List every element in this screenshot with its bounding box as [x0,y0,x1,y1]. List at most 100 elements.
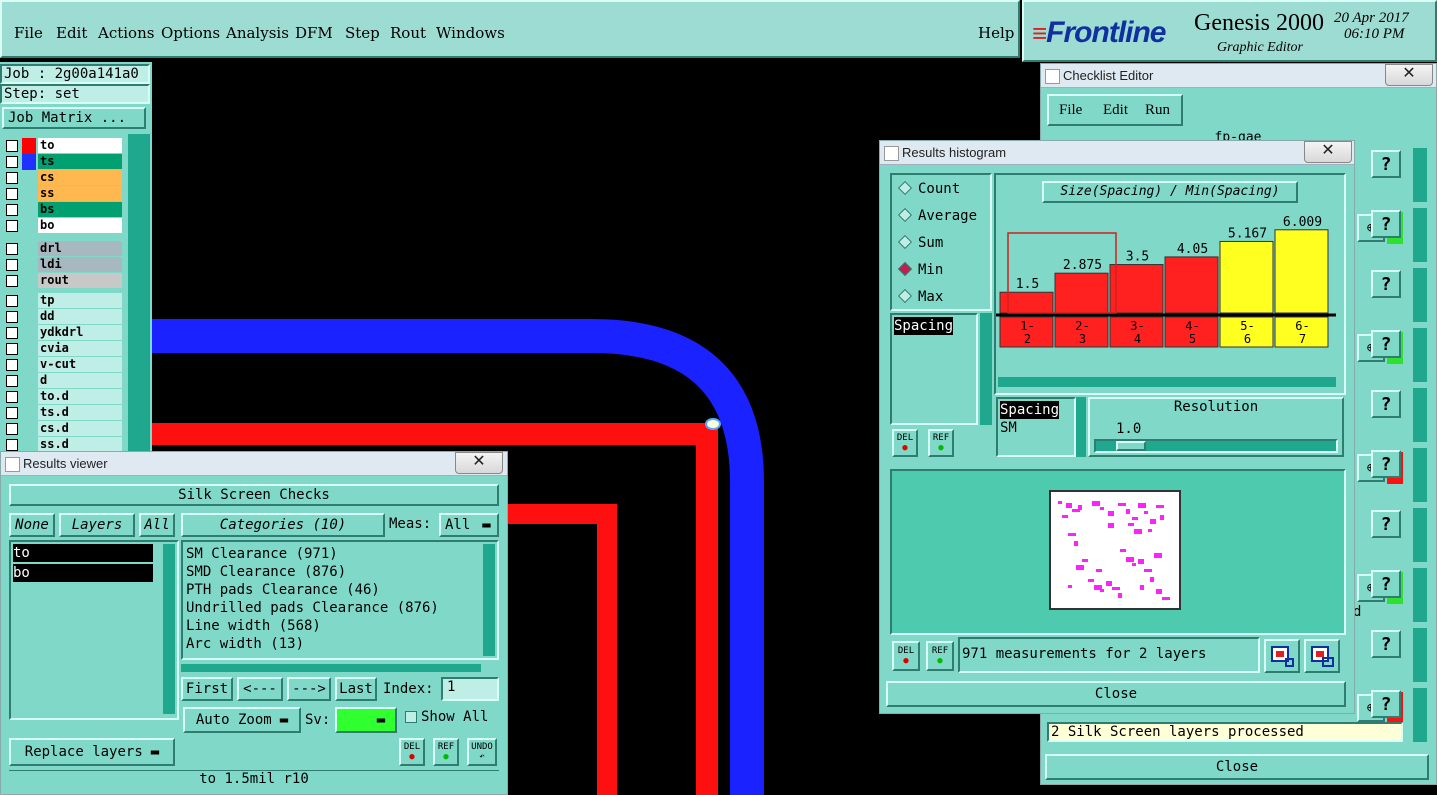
layer-row-ldi[interactable]: ldi [4,257,122,273]
category-item[interactable]: SMD Clearance (876) [186,563,494,581]
layer-color-swatch[interactable] [22,273,36,289]
layer-color-swatch[interactable] [22,421,36,437]
layer-name[interactable]: rout [38,273,122,288]
row-scrollbar[interactable] [1413,208,1427,262]
layer-color-swatch[interactable] [22,357,36,373]
ref-button[interactable]: REF ● [433,738,459,766]
layer-name[interactable]: to [38,138,122,153]
layer-results-list[interactable]: to bo [9,540,179,720]
all-button[interactable]: All [139,513,175,537]
stat-option-count[interactable]: Count [897,180,960,197]
layer-name[interactable]: cs.d [38,421,122,436]
row-scrollbar[interactable] [1413,688,1427,742]
help-question-icon[interactable]: ? [1371,570,1401,598]
category-item[interactable]: SM Clearance (971) [186,545,494,563]
layer-color-swatch[interactable] [22,138,36,154]
auto-zoom-dropdown[interactable]: Auto Zoom ▬ [183,707,301,733]
categories-hscrollbar[interactable] [181,664,481,672]
zoom-to-result-icon[interactable] [1264,639,1300,673]
histogram-bar[interactable] [1219,240,1274,314]
histogram-bar[interactable] [1164,256,1219,314]
index-input[interactable]: 1 [441,677,499,701]
layer-color-swatch[interactable] [22,373,36,389]
layer-checkbox[interactable] [6,259,18,271]
layer-name[interactable]: bo [38,218,122,233]
layer-name[interactable]: v-cut [38,357,122,372]
list-item[interactable]: to [13,544,153,562]
list-item[interactable]: Spacing [894,317,954,335]
layer-checkbox[interactable] [6,311,18,323]
board-preview[interactable] [890,469,1346,635]
layer-row-ss[interactable]: ss [4,186,122,202]
stat-option-min[interactable]: Min [897,261,943,278]
help-question-icon[interactable]: ? [1371,210,1401,238]
categories-button[interactable]: Categories (10) [181,513,385,537]
layer-checkbox[interactable] [6,327,18,339]
close-icon[interactable]: ✕ [1304,141,1352,163]
layer-color-swatch[interactable] [22,241,36,257]
layer-checkbox[interactable] [6,391,18,403]
layer-name[interactable]: ldi [38,257,122,272]
histogram-bar[interactable] [1274,229,1329,314]
row-scrollbar[interactable] [1413,328,1427,382]
layer-checkbox[interactable] [6,220,18,232]
row-scrollbar[interactable] [1413,508,1427,562]
measure-scrollbar[interactable] [980,313,992,425]
histogram-close-button[interactable]: Close [886,681,1346,707]
row-scrollbar[interactable] [1413,268,1427,322]
layer-name[interactable]: ts.d [38,405,122,420]
next-button[interactable]: ---> [287,677,331,701]
layer-row-bo[interactable]: bo [4,218,122,234]
layer-row-ydkdrl[interactable]: ydkdrl [4,325,122,341]
category-item[interactable]: Undrilled pads Clearance (876) [186,599,494,617]
spacing-list[interactable]: Spacing SM [996,397,1076,457]
help-question-icon[interactable]: ? [1371,150,1401,178]
histogram-hscrollbar[interactable] [998,377,1336,387]
help-question-icon[interactable]: ? [1371,450,1401,478]
layer-name[interactable]: ydkdrl [38,325,122,340]
menu-actions[interactable]: Actions [98,24,154,42]
checklist-menu-run[interactable]: Run [1145,102,1170,119]
layer-color-swatch[interactable] [22,405,36,421]
row-scrollbar[interactable] [1413,388,1427,442]
layer-color-swatch[interactable] [22,218,36,234]
meas-dropdown[interactable]: All ▬ [439,513,499,537]
help-question-icon[interactable]: ? [1371,510,1401,538]
list-scrollbar[interactable] [163,544,175,714]
layer-color-swatch[interactable] [22,186,36,202]
menu-edit[interactable]: Edit [56,24,87,42]
layer-row-to[interactable]: to [4,138,122,154]
show-all-checkbox[interactable] [405,711,417,723]
slider-handle[interactable] [1116,441,1146,451]
measure-list[interactable]: Spacing [890,313,978,425]
layer-row-rout[interactable]: rout [4,273,122,289]
layer-row-d[interactable]: d [4,373,122,389]
layer-row-ts.d[interactable]: ts.d [4,405,122,421]
layer-name[interactable]: cs [38,170,122,185]
layer-row-ts[interactable]: ts [4,154,122,170]
checklist-close-button[interactable]: Close [1045,754,1429,780]
layer-name[interactable]: ts [38,154,122,169]
job-matrix-button[interactable]: Job Matrix ... [2,107,146,129]
layer-row-tp[interactable]: tp [4,293,122,309]
hist-ref-button[interactable]: REF ● [928,429,954,457]
layer-name[interactable]: bs [38,202,122,217]
layer-row-v-cut[interactable]: v-cut [4,357,122,373]
menu-rout[interactable]: Rout [390,24,426,42]
layer-checkbox[interactable] [6,156,18,168]
layer-name[interactable]: to.d [38,389,122,404]
layer-name[interactable]: cvia [38,341,122,356]
layer-checkbox[interactable] [6,243,18,255]
layer-row-to.d[interactable]: to.d [4,389,122,405]
close-icon[interactable]: ✕ [1385,64,1433,86]
stat-option-average[interactable]: Average [897,207,977,224]
menu-file[interactable]: File [14,24,43,42]
layer-row-dd[interactable]: dd [4,309,122,325]
row-scrollbar[interactable] [1413,148,1427,202]
layer-checkbox[interactable] [6,439,18,451]
help-question-icon[interactable]: ? [1371,270,1401,298]
histogram-bar[interactable] [1054,272,1109,314]
histogram-chart[interactable]: 1.5 1-2 2.875 2-3 3.5 3-4 4.05 4-5 5.167 5-6 6.009… [996,205,1342,391]
resolution-slider[interactable] [1094,439,1338,453]
menu-step[interactable]: Step [345,24,380,42]
